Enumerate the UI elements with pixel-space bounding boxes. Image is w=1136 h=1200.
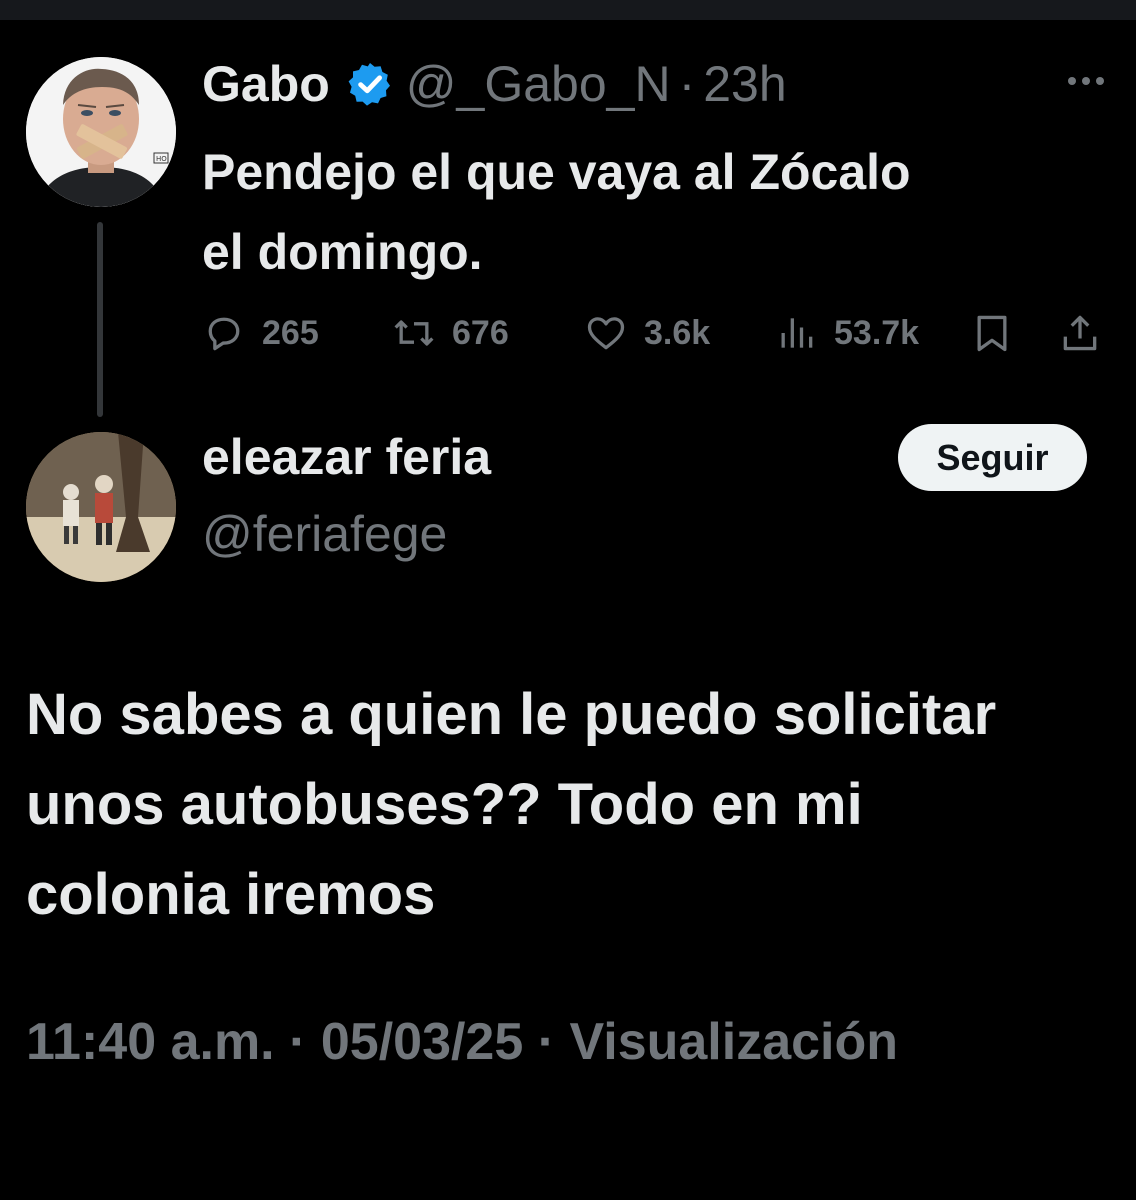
reply-text-line-2: unos autobuses?? Todo en mi <box>26 772 863 837</box>
reply-count: 265 <box>262 313 319 352</box>
reply-action[interactable]: 265 <box>202 305 319 361</box>
reply-author-display-name[interactable]: eleazar feria <box>202 428 491 486</box>
views-label[interactable]: Visualización <box>570 1013 899 1071</box>
tweet-text-line-2: el domingo. <box>202 224 483 280</box>
heart-icon <box>587 317 625 350</box>
views-icon <box>781 318 813 348</box>
tweet-header: Gabo @_Gabo_N · 23h <box>202 52 787 116</box>
reply-text: No sabes a quien le puedo solicitar unos… <box>26 670 1116 940</box>
gabo-avatar[interactable]: HO <box>26 57 176 207</box>
meta-separator-1: · <box>289 1013 307 1071</box>
share-icon <box>1063 315 1097 351</box>
tweet-text-line-1: Pendejo el que vaya al Zócalo <box>202 144 911 200</box>
tweet-action-bar: 265 676 3.6k 53.7k <box>202 305 1112 361</box>
header-separator: · <box>678 56 696 112</box>
tweet-text: Pendejo el que vaya al Zócalo el domingo… <box>202 132 1102 292</box>
svg-text:HO: HO <box>156 155 167 163</box>
tweet-time-ago[interactable]: 23h <box>703 55 786 113</box>
retweet-action[interactable]: 676 <box>392 305 509 361</box>
bookmark-icon <box>977 315 1007 352</box>
reply-text-line-3: colonia iremos <box>26 862 436 927</box>
views-count: 53.7k <box>834 313 920 352</box>
feria-avatar[interactable] <box>26 432 176 582</box>
more-horizontal-icon[interactable] <box>1064 66 1108 96</box>
reply-metadata: 11:40 a.m. · 05/03/25 · Visualización <box>26 1012 898 1072</box>
author-display-name[interactable]: Gabo <box>202 55 330 113</box>
bookmark-action[interactable] <box>970 305 1014 361</box>
author-handle[interactable]: @_Gabo_N <box>406 55 671 113</box>
reply-text-line-1: No sabes a quien le puedo solicitar <box>26 682 997 747</box>
retweet-icon <box>394 320 434 346</box>
feria-avatar-image <box>26 432 176 582</box>
verified-badge-icon <box>348 63 390 106</box>
reply-date[interactable]: 05/03/25 <box>321 1013 523 1071</box>
follow-button[interactable]: Seguir <box>898 424 1087 491</box>
share-action[interactable] <box>1058 305 1102 361</box>
like-count: 3.6k <box>644 313 711 352</box>
gabo-avatar-image: HO <box>26 57 176 207</box>
reply-time[interactable]: 11:40 a.m. <box>26 1013 275 1071</box>
views-action[interactable]: 53.7k <box>774 305 919 361</box>
reply-author-handle[interactable]: @feriafege <box>202 505 447 563</box>
top-bar <box>0 0 1136 20</box>
retweet-count: 676 <box>452 313 509 352</box>
thread-connector-line <box>97 222 103 417</box>
like-action[interactable]: 3.6k <box>584 305 710 361</box>
reply-icon <box>208 317 240 351</box>
meta-separator-2: · <box>537 1013 556 1071</box>
